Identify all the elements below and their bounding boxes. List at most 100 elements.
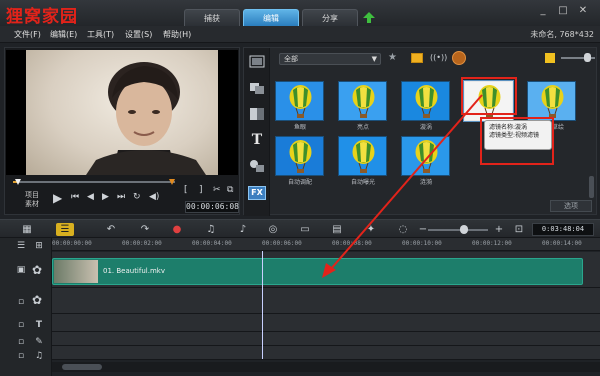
multi-trim-icon[interactable]: ▤ (330, 223, 344, 236)
close-icon[interactable]: ✕ (576, 4, 590, 18)
mark-in-icon[interactable]: [ (184, 185, 188, 195)
ruler-label: 00:00:12:00 (472, 240, 512, 247)
sound-mixer-icon[interactable]: ♫ (204, 223, 218, 236)
storyboard-view-icon[interactable]: ▦ (20, 223, 34, 236)
filter-thumb-auto-sketch[interactable] (527, 81, 576, 121)
auto-music-icon[interactable]: ♪ (236, 223, 250, 236)
add-chapter-icon[interactable]: ⊞ (32, 239, 46, 253)
options-button[interactable]: 选项 (550, 200, 592, 212)
voice-track[interactable] (52, 332, 600, 346)
music-track[interactable] (52, 346, 600, 360)
view-list-icon[interactable] (545, 53, 555, 63)
filter-fx-icon[interactable]: FX (248, 186, 266, 200)
playhead[interactable] (262, 251, 263, 359)
preview-scrubber[interactable] (13, 179, 175, 185)
mark-out-icon[interactable]: ] (199, 185, 203, 195)
preview-timecode[interactable]: 00:00:06:08 (185, 201, 239, 213)
loop-icon[interactable]: ↻ (133, 192, 141, 202)
lock-track-icon[interactable]: ▫ (14, 349, 28, 363)
time-ruler[interactable]: 00:00:00:00 00:00:02:00 00:00:04:00 00:0… (52, 238, 600, 251)
filter-label-highlight: 亮点 (356, 124, 369, 131)
folder-icon[interactable] (411, 53, 423, 63)
title-track-icon: T (35, 320, 43, 330)
graphics-icon[interactable] (248, 158, 266, 174)
filter-thumb-auto-exposure[interactable] (338, 136, 387, 176)
transition-icon[interactable] (248, 106, 266, 122)
play-icon[interactable]: ▶ (53, 191, 62, 205)
zoom-in-icon[interactable]: + (492, 223, 506, 236)
music-track-icon: ♫ (34, 351, 44, 361)
timeline-view-icon[interactable]: ☰ (56, 223, 74, 236)
instant-project-icon[interactable] (248, 80, 266, 96)
timeline-scroll-thumb[interactable] (62, 364, 102, 370)
filter-thumb-swirl[interactable] (401, 81, 450, 121)
filter-thumb-selected[interactable] (463, 80, 514, 122)
step-forward-icon[interactable]: ▶ (102, 192, 109, 202)
lock-track-icon[interactable]: ▫ (14, 295, 28, 309)
tab-share[interactable]: 分享 (302, 9, 358, 26)
title-track[interactable] (52, 314, 600, 332)
voice-track-icon: ✎ (35, 337, 43, 347)
zoom-knob[interactable] (460, 225, 468, 234)
ruler-label: 00:00:06:00 (262, 240, 302, 247)
media-icon[interactable] (248, 54, 266, 70)
track-headers: ☰ ⊞ ▣ ✿ ▫ ✿ ▫ T ▫ ✎ ▫ ♫ (0, 238, 52, 376)
filter-dropdown-value: 全部 (284, 55, 298, 63)
skip-end-icon[interactable]: ⏭ (117, 192, 125, 202)
subtitle-editor-icon[interactable]: ▭ (298, 223, 312, 236)
split-clip-icon[interactable]: ✂ (213, 185, 221, 195)
audio-filter-icon[interactable]: ((•)) (430, 52, 447, 64)
record-capture-icon[interactable]: ● (170, 223, 184, 236)
skip-start-icon[interactable]: ⏮ (71, 192, 79, 202)
overlay-track-icon: ✿ (31, 293, 43, 307)
redo-icon[interactable]: ↷ (138, 223, 152, 236)
overlay-track[interactable] (52, 288, 600, 314)
menu-edit[interactable]: 编辑(E) (50, 29, 77, 40)
filter-thumb-fisheye[interactable] (275, 81, 324, 121)
lock-track-icon[interactable]: ▣ (14, 263, 28, 277)
preview-panel: 项目 素材 ▶ ⏮ ◀ ▶ ⏭ ↻ ◀) [ ] ✂ ⧉ 00:00:06:08 (4, 47, 240, 215)
menu-help[interactable]: 帮助(H) (163, 29, 191, 40)
lock-track-icon[interactable]: ▫ (14, 318, 28, 332)
library-scrollbar[interactable] (589, 176, 594, 198)
timeline-clip[interactable]: 01. Beautiful.mkv (52, 258, 583, 285)
ruler-label: 00:00:02:00 (122, 240, 162, 247)
thumbnail-size-knob[interactable] (584, 53, 591, 62)
auto-pan-icon[interactable]: ✦ (364, 223, 378, 236)
add-favorite-icon[interactable]: ★ (388, 52, 400, 64)
track-manager-icon[interactable]: ☰ (14, 239, 28, 253)
menu-file[interactable]: 文件(F) (14, 29, 41, 40)
ruler-label: 00:00:00:00 (52, 240, 92, 247)
menu-settings[interactable]: 设置(S) (125, 29, 152, 40)
menu-tools[interactable]: 工具(T) (87, 29, 114, 40)
balloon-thumbnail-image (339, 137, 386, 175)
lock-track-icon[interactable]: ▫ (14, 335, 28, 349)
library-category-bar: T FX (244, 48, 270, 216)
undo-icon[interactable]: ↶ (104, 223, 118, 236)
upload-arrow-icon[interactable] (362, 11, 376, 24)
zoom-slider[interactable] (428, 229, 488, 231)
sound-icon[interactable] (452, 51, 466, 65)
timeline-scrollbar[interactable] (52, 362, 600, 372)
tab-edit[interactable]: 编辑 (243, 9, 299, 26)
step-back-icon[interactable]: ◀ (87, 192, 94, 202)
filter-dropdown[interactable]: 全部 ▼ (279, 53, 381, 65)
motion-track-icon[interactable]: ◎ (266, 223, 280, 236)
filter-thumb-ripple[interactable] (401, 136, 450, 176)
ruler-label: 00:00:14:00 (542, 240, 582, 247)
clip-mode-label[interactable]: 素材 (25, 199, 39, 209)
balloon-thumbnail-image (402, 82, 449, 120)
filter-thumb-highlight[interactable] (338, 81, 387, 121)
minimize-icon[interactable]: _ (536, 4, 550, 18)
fit-project-icon[interactable]: ◌ (396, 223, 410, 236)
volume-icon[interactable]: ◀) (149, 192, 159, 202)
filter-tooltip: 滤镜名称:漩涡 滤镜类型:视频滤镜 (484, 120, 552, 150)
tab-capture[interactable]: 捕获 (184, 9, 240, 26)
tooltip-filter-type: 滤镜类型:视频滤镜 (489, 132, 540, 139)
maximize-icon[interactable]: □ (556, 4, 570, 18)
balloon-thumbnail-image (339, 82, 386, 120)
title-icon[interactable]: T (248, 132, 266, 148)
fit-timeline-icon[interactable]: ⊡ (512, 223, 526, 236)
filter-thumb-auto-adjust[interactable] (275, 136, 324, 176)
copy-icon[interactable]: ⧉ (227, 185, 233, 195)
